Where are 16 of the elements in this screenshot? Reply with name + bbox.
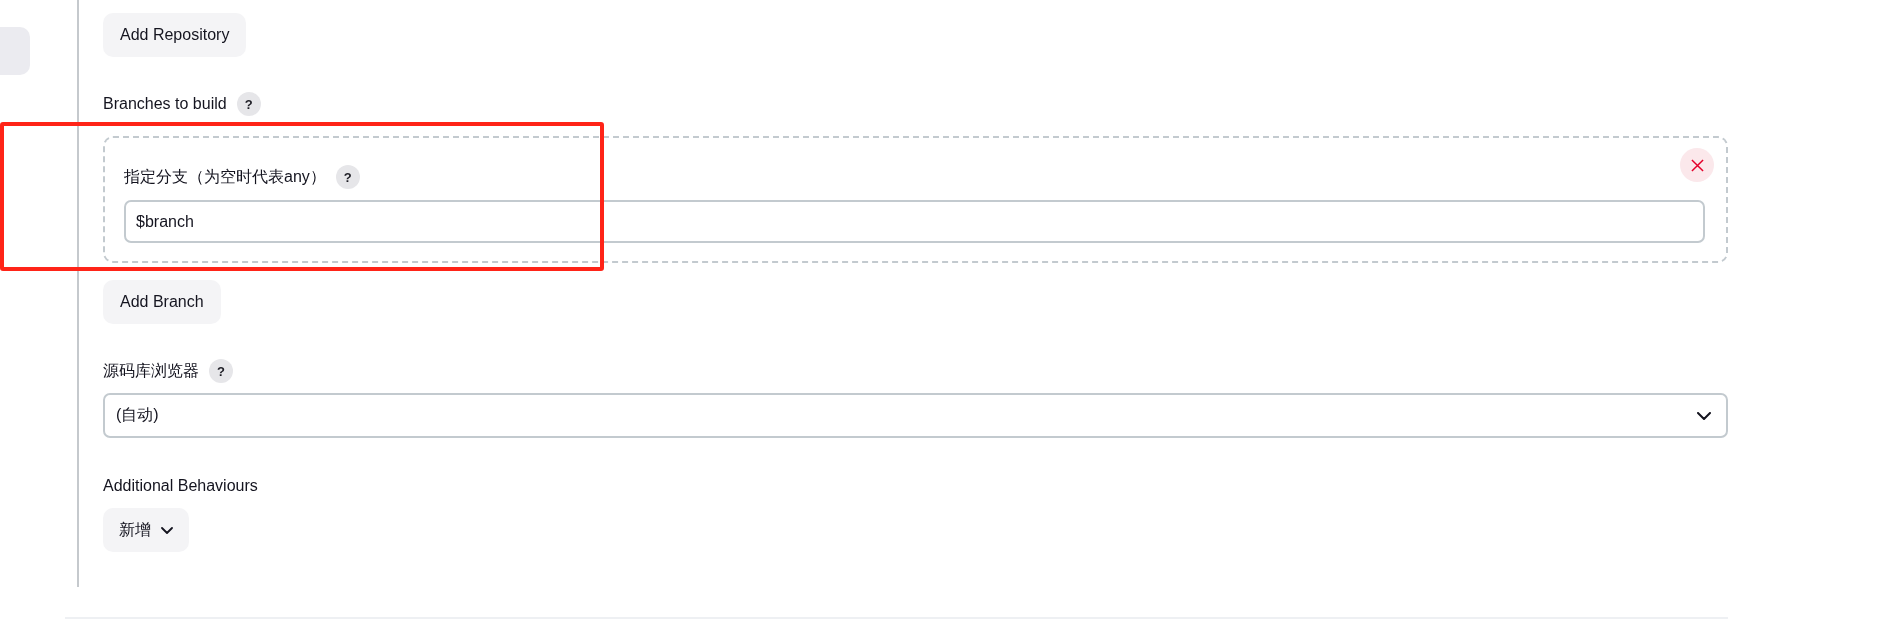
section-label: Branches to build [103, 95, 227, 113]
add-branch-button[interactable]: Add Branch [103, 280, 221, 324]
select-field[interactable]: (自动) [103, 393, 1728, 438]
add-repository-button[interactable]: Add Repository [103, 13, 247, 57]
add-dropdown-button[interactable]: 新增 [103, 508, 189, 552]
field-label: 指定分支（为空时代表any） [124, 166, 326, 187]
field-label: 源码库浏览器 [103, 360, 199, 381]
section-label: Additional Behaviours [103, 477, 258, 495]
close-icon [1690, 158, 1704, 172]
remove-button[interactable] [1680, 148, 1714, 182]
help-button[interactable]: ? [209, 359, 233, 383]
chevron-down-icon [161, 526, 173, 534]
chevron-down-icon [1697, 411, 1711, 420]
help-button[interactable]: ? [335, 165, 360, 189]
input-field[interactable]: $branch [124, 200, 1705, 243]
help-button[interactable]: ? [236, 92, 261, 116]
